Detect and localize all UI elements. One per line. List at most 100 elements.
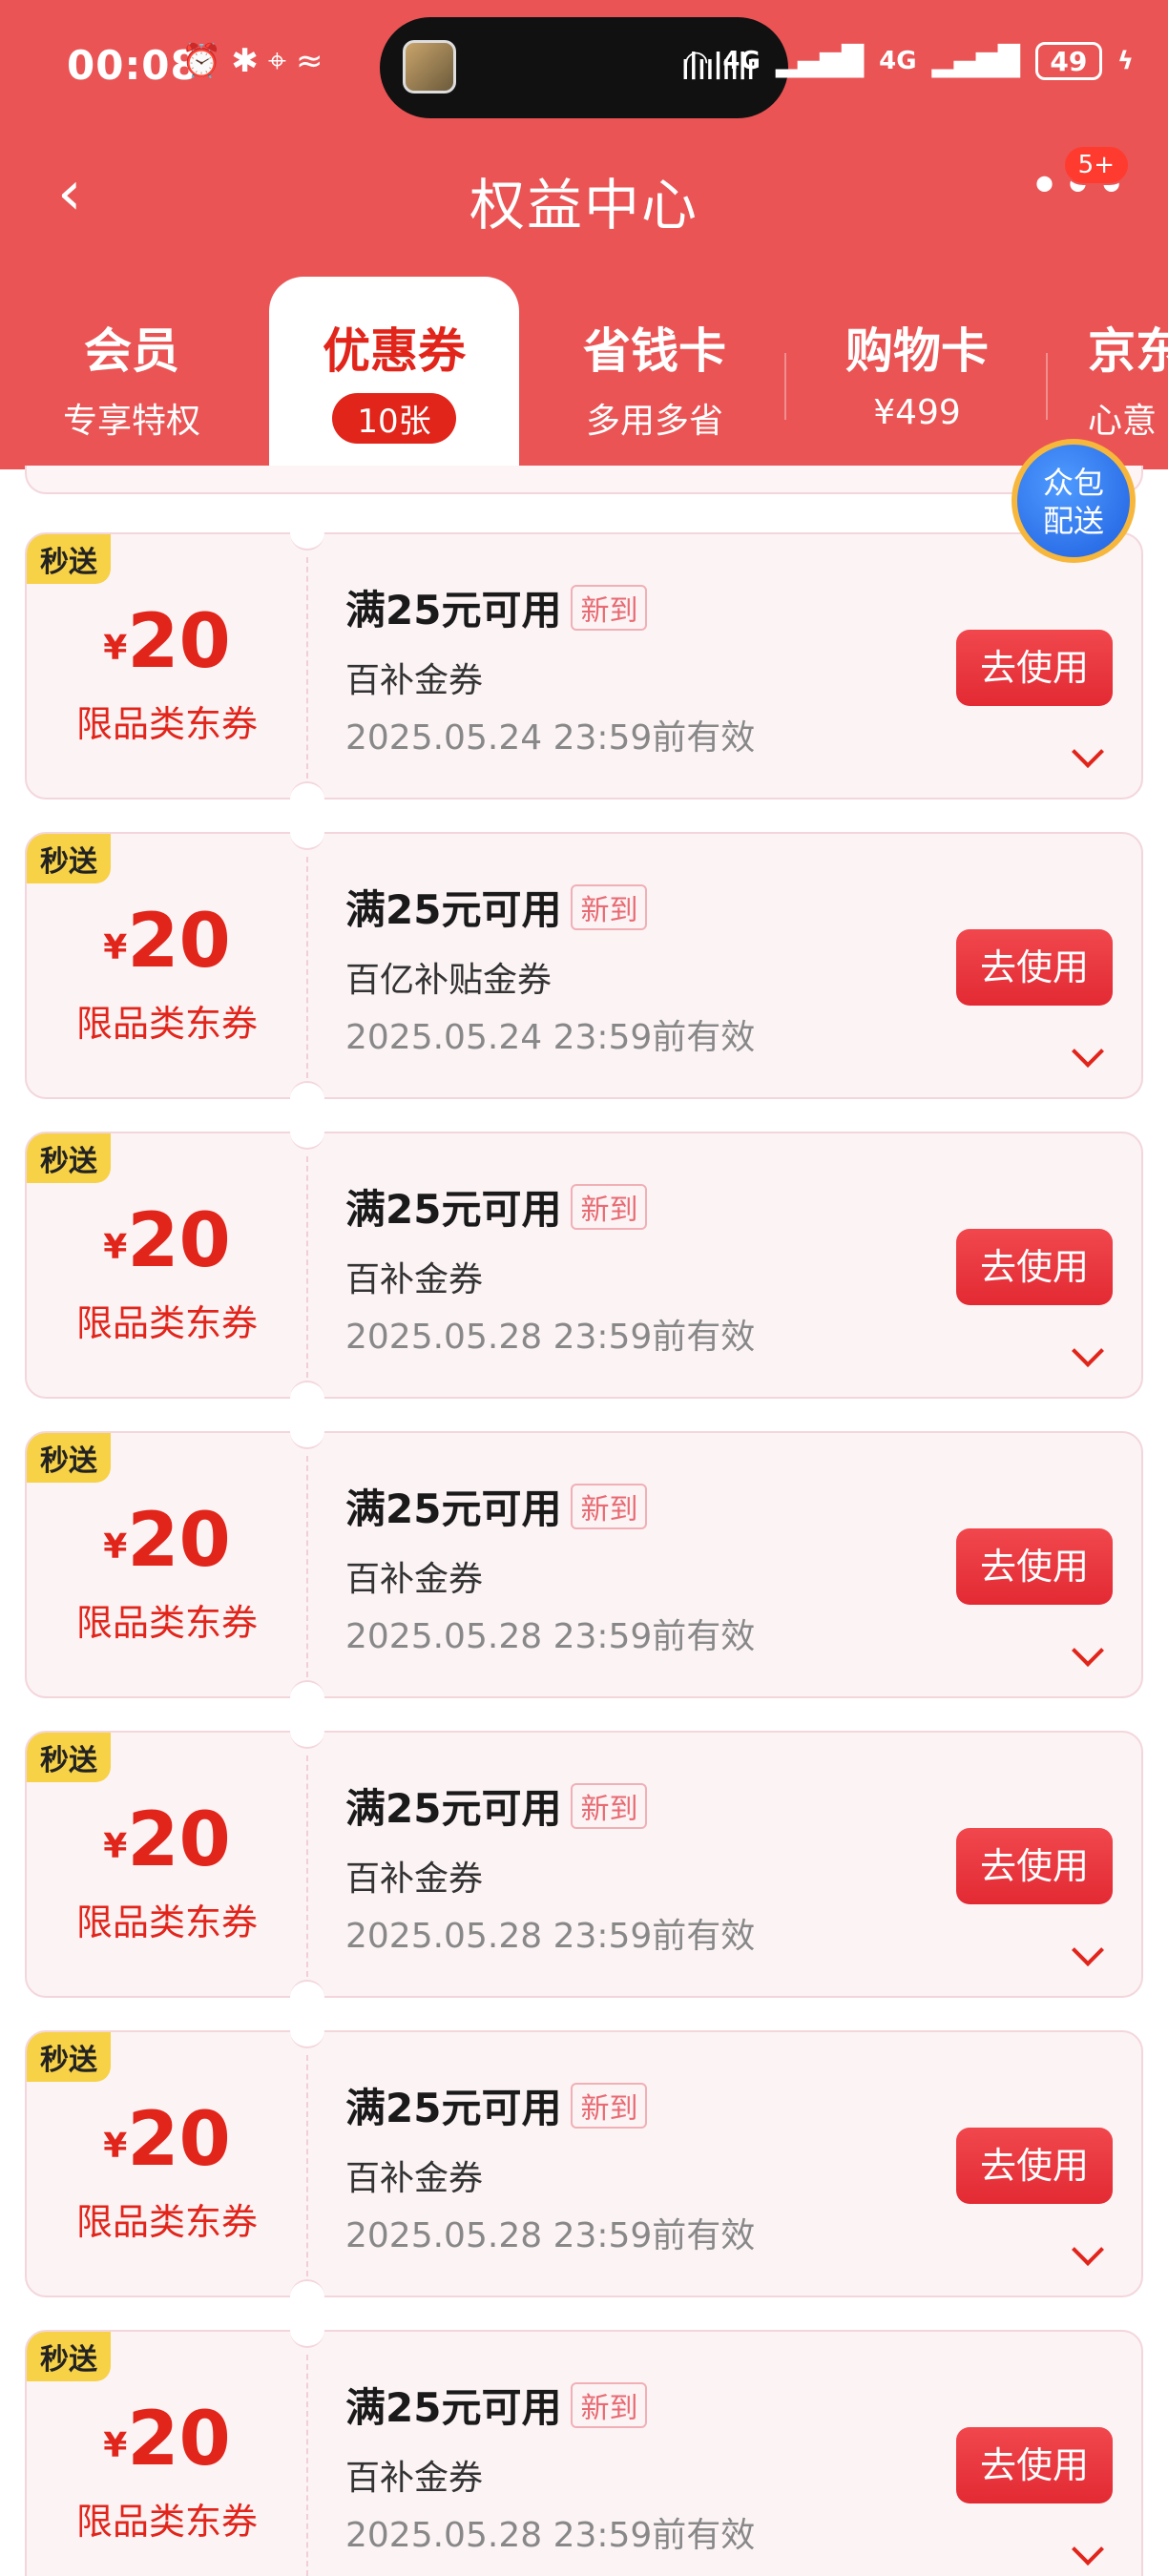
coupon-amount: ¥20 [27, 599, 307, 685]
coupon-amount: ¥20 [27, 1797, 307, 1883]
coupon-card[interactable]: 秒送 ¥20 限品类东券 满25元可用 新到 百亿补贴金券 2025.05.24 23:59… [25, 816, 1143, 1115]
tab-bar: 会员 专享特权 优惠券 10张 省钱卡 多用多省 购物卡 ¥499 京东 心意 [0, 277, 1168, 469]
alarm-icon: ⏰ [181, 42, 232, 80]
coupon-limit: 限品类东券 [75, 2201, 258, 2243]
currency-symbol: ¥ [103, 1827, 128, 1866]
notch [290, 1680, 324, 1714]
notch [290, 816, 324, 850]
amount-value: 20 [127, 1797, 231, 1883]
media-thumbnail [403, 40, 456, 93]
chevron-down-icon[interactable] [1072, 1634, 1104, 1667]
notch [290, 2279, 324, 2314]
coupon-tag: 秒送 [27, 1433, 111, 1483]
charging-icon: ϟ [1116, 47, 1134, 75]
notch [290, 1415, 324, 1449]
use-coupon-button[interactable]: 去使用 [956, 2128, 1113, 2204]
tab-shopping-card[interactable]: 购物卡 ¥499 [786, 277, 1048, 469]
coupon-condition: 满25元可用 新到 [345, 578, 648, 636]
coupon-name: 百补金券 [345, 1560, 484, 1599]
condition-text: 满25元可用 [345, 587, 562, 634]
header: 00:08 ⏰✱⌖≈ ılıılıılı ◠ 4G ▂▄▆█ 4G ▂▄▆█ 4… [0, 0, 1168, 469]
amount-value: 20 [127, 599, 231, 685]
tab-savings-card[interactable]: 省钱卡 多用多省 [523, 277, 786, 469]
amount-value: 20 [127, 2097, 231, 2183]
status-icons-right: ◠ 4G ▂▄▆█ 4G ▂▄▆█ 49 ϟ [685, 42, 1134, 80]
currency-symbol: ¥ [103, 928, 128, 967]
coupon-tag: 秒送 [27, 534, 111, 584]
new-badge: 新到 [571, 1184, 648, 1230]
tab-subtitle: ¥499 [873, 393, 961, 432]
coupon-validity: 2025.05.28 23:59前有效 [345, 1617, 756, 1656]
coupon-condition: 满25元可用 新到 [345, 2076, 648, 2134]
coupon-name: 百补金券 [345, 1859, 484, 1899]
coupon-name: 百补金券 [345, 661, 484, 700]
coupon-validity: 2025.05.28 23:59前有效 [345, 2216, 756, 2255]
coupon-card[interactable]: 秒送 ¥20 限品类东券 满25元可用 新到 百补金券 2025.05.28 23:59前有… [25, 1714, 1143, 2014]
notch [290, 1081, 324, 1115]
coupon-amount: ¥20 [27, 1498, 307, 1584]
float-button-line1: 众包 [1042, 465, 1104, 501]
coupon-count-badge: 10张 [332, 393, 456, 444]
coupon-validity: 2025.05.24 23:59前有效 [345, 718, 756, 758]
amount-value: 20 [127, 1198, 231, 1284]
chevron-down-icon[interactable] [1072, 736, 1104, 768]
coupon-card[interactable]: 秒送 ¥20 限品类东券 满25元可用 新到 百补金券 2025.05.28 23:59前有… [25, 1115, 1143, 1415]
coupon-tag: 秒送 [27, 1133, 111, 1183]
coupon-condition: 满25元可用 新到 [345, 1776, 648, 1835]
tab-divider [1046, 353, 1048, 420]
coupon-tag: 秒送 [27, 2032, 111, 2082]
coupon-card[interactable]: 秒送 ¥20 限品类东券 满25元可用 新到 百补金券 2025.05.28 23:59前有… [25, 1415, 1143, 1714]
chevron-down-icon[interactable] [1072, 2533, 1104, 2566]
coupon-card[interactable]: 秒送 ¥20 限品类东券 满25元可用 新到百补金券 2025.05.24 23:59前有… [25, 516, 1143, 816]
chevron-down-icon[interactable] [1072, 1934, 1104, 1966]
bluetooth-icon: ✱ [231, 42, 268, 80]
notch [290, 516, 324, 551]
coupon-validity: 2025.05.24 23:59前有效 [345, 1018, 756, 1057]
condition-text: 满25元可用 [345, 886, 562, 933]
coupon-amount: ¥20 [27, 1198, 307, 1284]
coupon-condition: 满25元可用 新到 [345, 878, 648, 936]
coupon-limit: 限品类东券 [75, 703, 258, 745]
coupon-condition: 满25元可用 新到 [345, 1177, 648, 1236]
tab-member[interactable]: 会员 专享特权 [0, 277, 263, 469]
coupon-validity: 2025.05.28 23:59前有效 [345, 1917, 756, 1956]
previous-coupon-edge [25, 466, 1143, 494]
coupon-condition: 满25元可用 新到 [345, 1477, 648, 1535]
status-time: 00:08 [67, 42, 199, 89]
coupon-amount: ¥20 [27, 2397, 307, 2483]
use-coupon-button[interactable]: 去使用 [956, 2427, 1113, 2503]
float-button-line2: 配送 [1042, 503, 1104, 539]
location-icon: ⌖ [267, 42, 296, 80]
coupon-card[interactable]: 秒送 ¥20 限品类东券 满25元可用 新到 百补金券 2025.05.28 23:59前有… [25, 2014, 1143, 2314]
use-coupon-button[interactable]: 去使用 [956, 1528, 1113, 1605]
signal-icon: ▂▄▆█ [931, 44, 1020, 78]
coupon-name: 百补金券 [345, 2459, 484, 2498]
tab-title: 京东 [1088, 323, 1168, 379]
currency-symbol: ¥ [103, 1527, 128, 1567]
chevron-down-icon[interactable] [1072, 1335, 1104, 1367]
coupon-list[interactable]: 秒送 ¥20 限品类东券 满25元可用 新到 百补金券 2025.05.24 23:59前有… [0, 466, 1168, 2576]
coupon-name: 百亿补贴金券 [345, 961, 553, 1000]
chevron-down-icon[interactable] [1072, 1035, 1104, 1068]
condition-text: 满25元可用 [345, 2384, 562, 2431]
currency-symbol: ¥ [103, 1228, 128, 1267]
amount-value: 20 [127, 1498, 231, 1584]
chevron-down-icon[interactable] [1072, 2233, 1104, 2266]
use-coupon-button[interactable]: 去使用 [956, 929, 1113, 1006]
notch [290, 1714, 324, 1749]
notch [290, 1381, 324, 1415]
coupon-condition: 满25元可用 新到 [345, 2376, 648, 2434]
crowdsource-delivery-button[interactable]: 众包 配送 [1012, 439, 1136, 563]
tab-title: 省钱卡 [583, 323, 726, 379]
use-coupon-button[interactable]: 去使用 [956, 1828, 1113, 1904]
coupon-tag: 秒送 [27, 2332, 111, 2381]
nav-bar: ‹ 权益中心 ••• 5+ [0, 134, 1168, 258]
condition-text: 满25元可用 [345, 1485, 562, 1532]
coupon-card[interactable]: 秒送 ¥20 限品类东券 满25元可用 新到 百补金券 2025.05.28 23:59前有… [25, 2314, 1143, 2576]
use-coupon-button[interactable]: 去使用 [956, 630, 1113, 706]
tab-coupons[interactable]: 优惠券 10张 [269, 277, 519, 469]
currency-symbol: ¥ [103, 2127, 128, 2166]
condition-text: 满25元可用 [345, 1186, 562, 1233]
status-bar: 00:08 ⏰✱⌖≈ ılıılıılı ◠ 4G ▂▄▆█ 4G ▂▄▆█ 4… [0, 0, 1168, 134]
use-coupon-button[interactable]: 去使用 [956, 1229, 1113, 1305]
